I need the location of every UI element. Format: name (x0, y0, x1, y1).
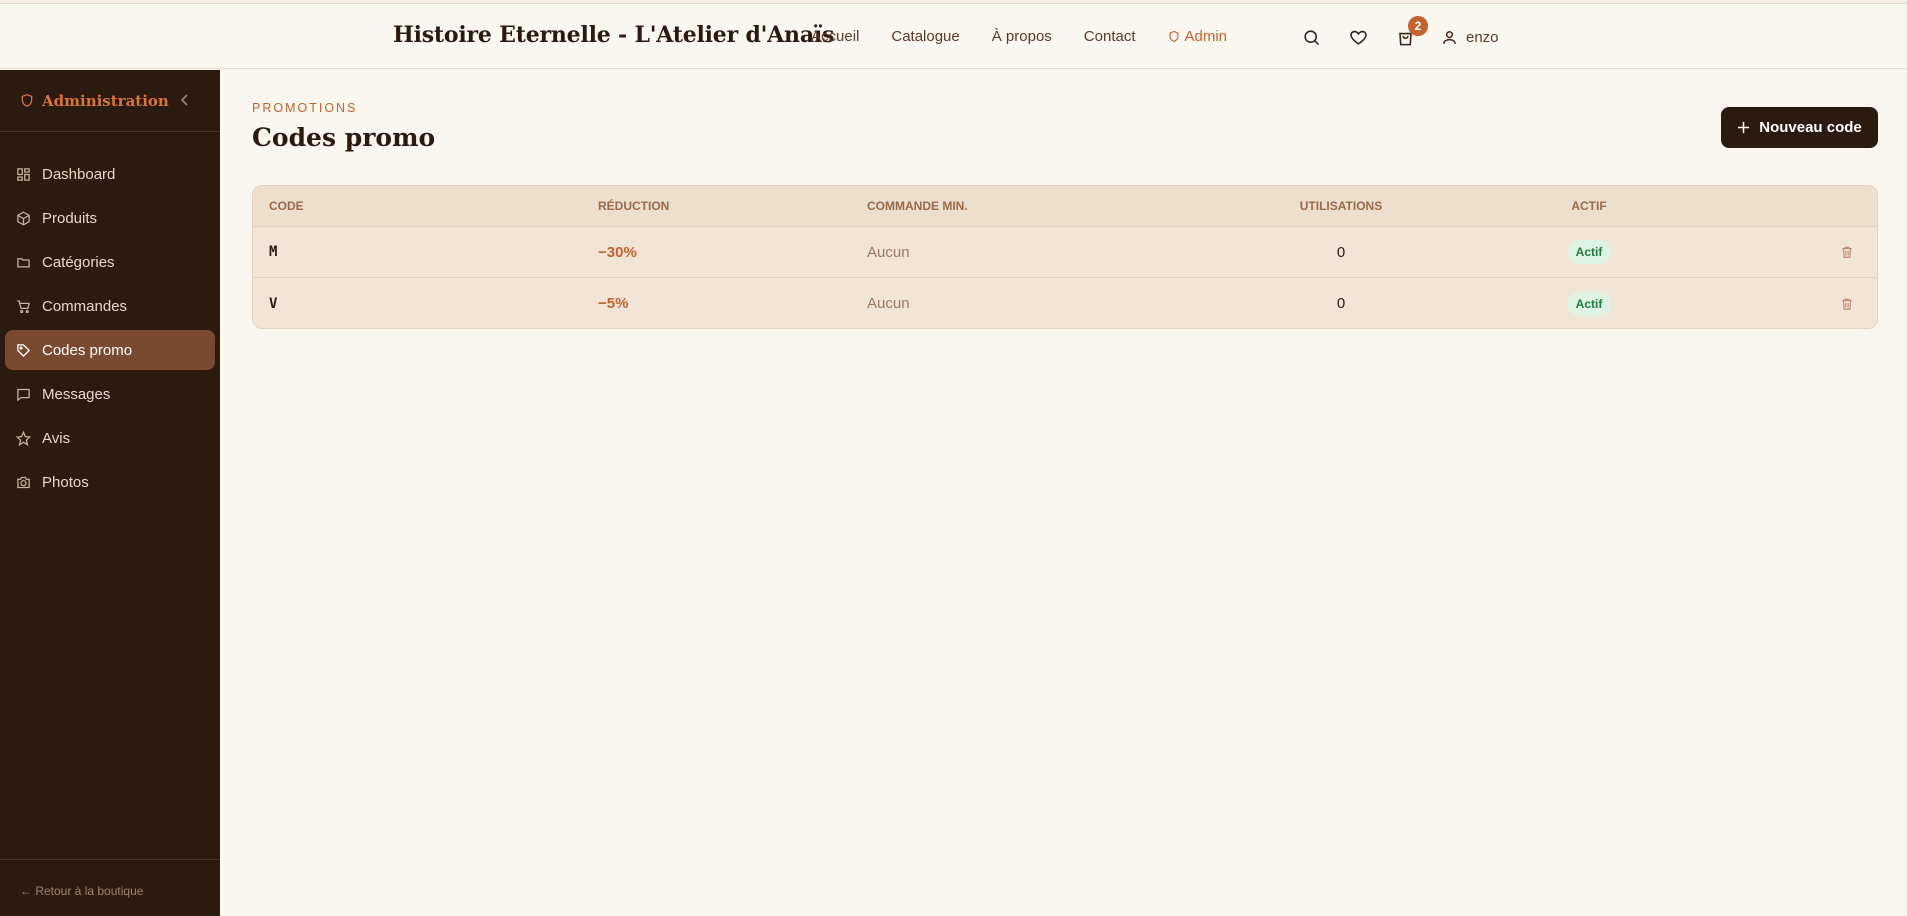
sidebar-item-dashboard[interactable]: Dashboard (5, 154, 215, 194)
trash-icon[interactable] (1840, 278, 1854, 328)
sidebar-item-label: Codes promo (42, 341, 133, 359)
col-header-uses: UTILISATIONS (1299, 199, 1383, 213)
camera-icon (17, 476, 30, 488)
nav-contact[interactable]: Contact (1084, 28, 1136, 45)
col-header-active: ACTIF (1571, 199, 1607, 213)
nav-accueil[interactable]: Accueil (811, 28, 859, 45)
header-actions: 2 enzo (1300, 16, 1499, 48)
site-header: Histoire Eternelle - L'Atelier d'Anaïs A… (0, 4, 1907, 69)
col-header-reduction: RÉDUCTION (598, 199, 670, 213)
cart-count-badge: 2 (1408, 16, 1428, 36)
sidebar-item-label: Photos (42, 473, 89, 491)
heart-icon[interactable] (1347, 26, 1369, 48)
nav-a-propos[interactable]: À propos (992, 28, 1052, 45)
uses-cell: 0 (1336, 295, 1346, 312)
sidebar-item-categories[interactable]: Catégories (5, 242, 215, 282)
dashboard-icon (17, 167, 30, 181)
sidebar-item-produits[interactable]: Produits (5, 198, 215, 238)
new-code-button[interactable]: Nouveau code (1721, 107, 1878, 148)
brand-title[interactable]: Histoire Eternelle - L'Atelier d'Anaïs (393, 22, 834, 48)
tag-icon (17, 343, 31, 357)
table-row: M −30% Aucun 0 Actif (253, 227, 1877, 278)
reduction-cell: −5% (598, 295, 629, 312)
search-icon[interactable] (1300, 26, 1322, 48)
page-title: Codes promo (252, 123, 436, 152)
sidebar-header: Administration (0, 70, 220, 132)
user-menu[interactable]: enzo (1441, 29, 1499, 46)
star-icon (16, 430, 31, 446)
page-eyebrow: PROMOTIONS (252, 101, 358, 115)
user-name: enzo (1466, 28, 1499, 46)
table-row: V −5% Aucun 0 Actif (253, 278, 1877, 328)
shield-icon (1168, 30, 1179, 43)
nav-admin-label: Admin (1184, 28, 1228, 45)
sidebar-nav: Dashboard Produits Catégories Commandes … (0, 132, 220, 502)
sidebar-item-label: Dashboard (42, 165, 116, 183)
sidebar-item-label: Catégories (42, 253, 115, 271)
min-order-cell: Aucun (867, 295, 910, 312)
package-icon (17, 211, 30, 225)
min-order-cell: Aucun (867, 243, 910, 261)
sidebar-item-label: Messages (42, 385, 111, 403)
sidebar-item-commandes[interactable]: Commandes (5, 286, 215, 326)
shield-icon (21, 93, 33, 108)
folder-icon (17, 257, 30, 267)
promo-codes-table: CODE RÉDUCTION COMMANDE MIN. UTILISATION… (252, 185, 1878, 329)
shopping-bag-icon[interactable]: 2 (1394, 16, 1428, 48)
sidebar-item-messages[interactable]: Messages (5, 374, 215, 414)
sidebar-item-label: Produits (42, 209, 98, 227)
plus-icon (1738, 121, 1750, 134)
active-cell: Actif (1559, 278, 1619, 328)
main-nav: Accueil Catalogue À propos Contact Admin (811, 28, 1259, 45)
active-toggle-badge[interactable]: Actif (1566, 240, 1612, 264)
sidebar-title: Administration (42, 91, 169, 110)
user-icon (1443, 30, 1456, 44)
col-header-code: CODE (269, 199, 304, 213)
active-toggle-badge[interactable]: Actif (1566, 291, 1612, 316)
code-cell: V (269, 295, 278, 312)
sidebar-item-photos[interactable]: Photos (5, 462, 215, 502)
nav-catalogue[interactable]: Catalogue (891, 28, 959, 45)
code-cell: M (269, 244, 278, 260)
chevron-left-icon[interactable] (180, 93, 190, 111)
trash-icon[interactable] (1840, 227, 1854, 277)
table-header: CODE RÉDUCTION COMMANDE MIN. UTILISATION… (253, 186, 1877, 227)
sidebar-item-label: Avis (42, 429, 71, 447)
reduction-cell: −30% (598, 243, 637, 261)
back-to-shop-link[interactable]: ← Retour à la boutique (0, 859, 220, 916)
uses-cell: 0 (1336, 243, 1346, 261)
col-header-min-order: COMMANDE MIN. (867, 199, 968, 213)
message-icon (17, 388, 30, 401)
sidebar-item-avis[interactable]: Avis (5, 418, 215, 458)
nav-admin[interactable]: Admin (1168, 28, 1228, 45)
new-code-label: Nouveau code (1759, 119, 1862, 136)
cart-icon (17, 299, 30, 313)
sidebar-item-label: Commandes (42, 297, 128, 315)
sidebar-item-codes-promo[interactable]: Codes promo (5, 330, 215, 370)
admin-sidebar: Administration Dashboard Produits Catégo… (0, 70, 220, 916)
active-cell: Actif (1559, 227, 1619, 277)
